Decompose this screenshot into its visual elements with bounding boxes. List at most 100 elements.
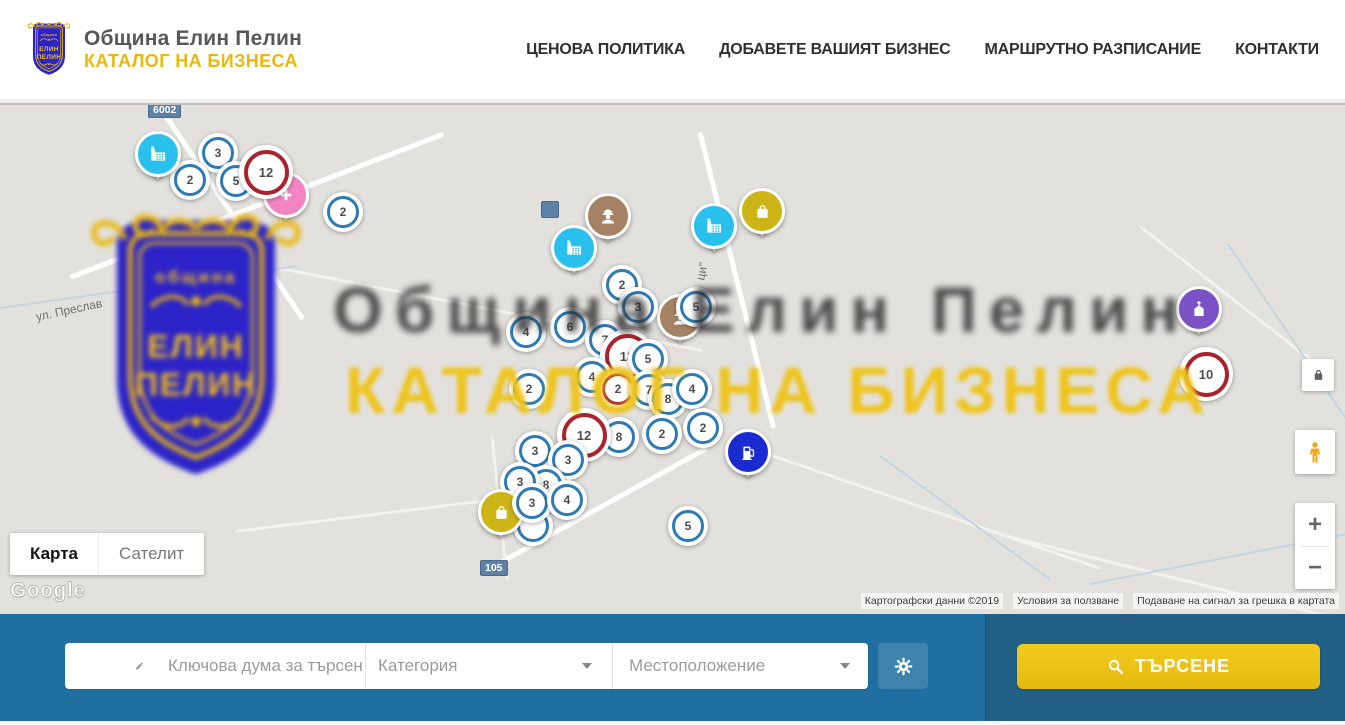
- cluster-ring: 10: [1184, 352, 1229, 397]
- zoom-out-button[interactable]: −: [1295, 547, 1335, 589]
- cluster-count: 3: [635, 300, 642, 314]
- map-cluster-marker[interactable]: 2: [509, 369, 549, 409]
- gear-icon: [893, 656, 914, 677]
- location-select[interactable]: Местоположение: [613, 643, 868, 689]
- map-type-map-button[interactable]: Карта: [10, 533, 98, 575]
- chevron-down-icon: [840, 663, 850, 669]
- cluster-ring: 5: [680, 291, 712, 323]
- cluster-count: 2: [615, 382, 622, 396]
- cluster-ring: 3: [516, 487, 548, 519]
- church-icon: [1176, 286, 1222, 332]
- cluster-ring: 2: [327, 196, 359, 228]
- cluster-count: 3: [529, 496, 536, 510]
- cluster-ring: 2: [646, 418, 678, 450]
- factory-icon: [135, 131, 181, 177]
- attribution-copyright: Картографски данни ©2019: [861, 593, 1003, 609]
- map-cluster-marker[interactable]: 4: [547, 480, 587, 520]
- chevron-down-icon: [582, 663, 592, 669]
- keyword-search-input[interactable]: [166, 655, 365, 677]
- cluster-count: 5: [693, 300, 700, 314]
- main-nav: ЦЕНОВА ПОЛИТИКА ДОБАВЕТЕ ВАШИЯТ БИЗНЕС М…: [526, 41, 1319, 59]
- map-type-satellite-button[interactable]: Сателит: [98, 533, 204, 575]
- cluster-count: 3: [532, 444, 539, 458]
- category-select-value: Категория: [378, 656, 457, 676]
- cluster-ring: 4: [510, 316, 542, 348]
- cluster-count: 12: [259, 165, 273, 180]
- nav-item-contacts[interactable]: КОНТАКТИ: [1235, 41, 1319, 59]
- map-cluster-marker[interactable]: 2: [683, 408, 723, 448]
- cluster-count: 5: [645, 352, 652, 366]
- attribution-report-link[interactable]: Подаване на сигнал за грешка в картата: [1133, 593, 1339, 609]
- cluster-ring: 3: [622, 291, 654, 323]
- map-attribution: Картографски данни ©2019 Условия за полз…: [861, 593, 1339, 609]
- cluster-count: 3: [565, 453, 572, 467]
- cluster-ring: 5: [672, 510, 704, 542]
- search-bar: Категория Местоположение: [0, 614, 1345, 721]
- advanced-search-settings-button[interactable]: [878, 643, 928, 689]
- site-logo[interactable]: Община Елин Пелин КАТАЛОГ НА БИЗНЕСА: [26, 21, 302, 79]
- site-header: Община Елин Пелин КАТАЛОГ НА БИЗНЕСА ЦЕН…: [0, 0, 1345, 103]
- pencil-icon: [135, 656, 144, 676]
- cluster-count: 8: [665, 392, 672, 406]
- cluster-count: 4: [689, 382, 696, 396]
- attribution-terms-link[interactable]: Условия за ползване: [1013, 593, 1123, 609]
- location-select-value: Местоположение: [629, 656, 765, 676]
- nav-item-add-business[interactable]: ДОБАВЕТЕ ВАШИЯТ БИЗНЕС: [719, 41, 950, 59]
- map-type-control: Карта Сателит: [10, 533, 204, 575]
- cluster-count: 4: [589, 370, 596, 384]
- map-cluster-marker[interactable]: 4: [672, 369, 712, 409]
- search-fields: Категория Местоположение: [65, 643, 868, 689]
- search-button[interactable]: ТЪРСЕНЕ: [1017, 644, 1320, 689]
- map-cluster-marker[interactable]: 4: [506, 312, 546, 352]
- cluster-ring: 2: [687, 412, 719, 444]
- municipality-crest-icon: [26, 21, 72, 79]
- google-map[interactable]: 6002 105 ул. Преслав бул. „Новосел ци" 3…: [0, 103, 1345, 614]
- cluster-count: 2: [619, 278, 626, 292]
- cluster-ring: 4: [551, 484, 583, 516]
- worker-icon: [585, 193, 631, 239]
- street-view-pegman-button[interactable]: [1295, 430, 1335, 474]
- map-cluster-marker[interactable]: 3: [618, 287, 658, 327]
- map-cluster-marker[interactable]: 2: [323, 192, 363, 232]
- bag-icon: [739, 188, 785, 234]
- cluster-count: 2: [526, 382, 533, 396]
- map-cluster-marker[interactable]: 2: [642, 414, 682, 454]
- cluster-ring: 6: [554, 311, 586, 343]
- cluster-count: 2: [340, 205, 347, 219]
- search-button-label: ТЪРСЕНЕ: [1135, 656, 1230, 677]
- map-cluster-marker[interactable]: 3: [512, 483, 552, 523]
- category-select[interactable]: Категория: [366, 643, 613, 689]
- nav-item-schedule[interactable]: МАРШРУТНО РАЗПИСАНИЕ: [985, 41, 1202, 59]
- map-cluster-marker[interactable]: 5: [676, 287, 716, 327]
- cluster-count: 12: [577, 428, 591, 443]
- factory-icon: [691, 203, 737, 249]
- cluster-ring: 12: [244, 150, 289, 195]
- cluster-count: 2: [187, 173, 194, 187]
- zoom-control: + −: [1295, 503, 1335, 589]
- cluster-count: 10: [1199, 367, 1213, 382]
- pegman-icon: [1304, 440, 1326, 465]
- map-cluster-marker[interactable]: 10: [1179, 347, 1233, 401]
- fuel-icon: [725, 429, 771, 475]
- google-logo[interactable]: Google: [10, 579, 85, 603]
- lock-control-button[interactable]: [1302, 359, 1334, 391]
- zoom-in-button[interactable]: +: [1295, 504, 1335, 546]
- lock-icon: [1311, 368, 1326, 383]
- cluster-ring: 2: [174, 164, 206, 196]
- cluster-count: 4: [564, 493, 571, 507]
- search-icon: [1107, 658, 1124, 675]
- cluster-count: 2: [700, 421, 707, 435]
- cluster-ring: 4: [676, 373, 708, 405]
- cluster-count: 4: [523, 325, 530, 339]
- map-cluster-marker[interactable]: 5: [668, 506, 708, 546]
- cluster-count: 5: [685, 519, 692, 533]
- map-cluster-marker[interactable]: 12: [239, 145, 293, 199]
- cluster-count: 6: [567, 320, 574, 334]
- cluster-count: 8: [616, 430, 623, 444]
- cluster-ring: 2: [513, 373, 545, 405]
- nav-item-pricing[interactable]: ЦЕНОВА ПОЛИТИКА: [526, 41, 685, 59]
- factory-icon: [551, 225, 597, 271]
- keyword-field-section: [65, 643, 366, 689]
- map-cluster-marker[interactable]: 6: [550, 307, 590, 347]
- site-title: Община Елин Пелин: [84, 27, 302, 51]
